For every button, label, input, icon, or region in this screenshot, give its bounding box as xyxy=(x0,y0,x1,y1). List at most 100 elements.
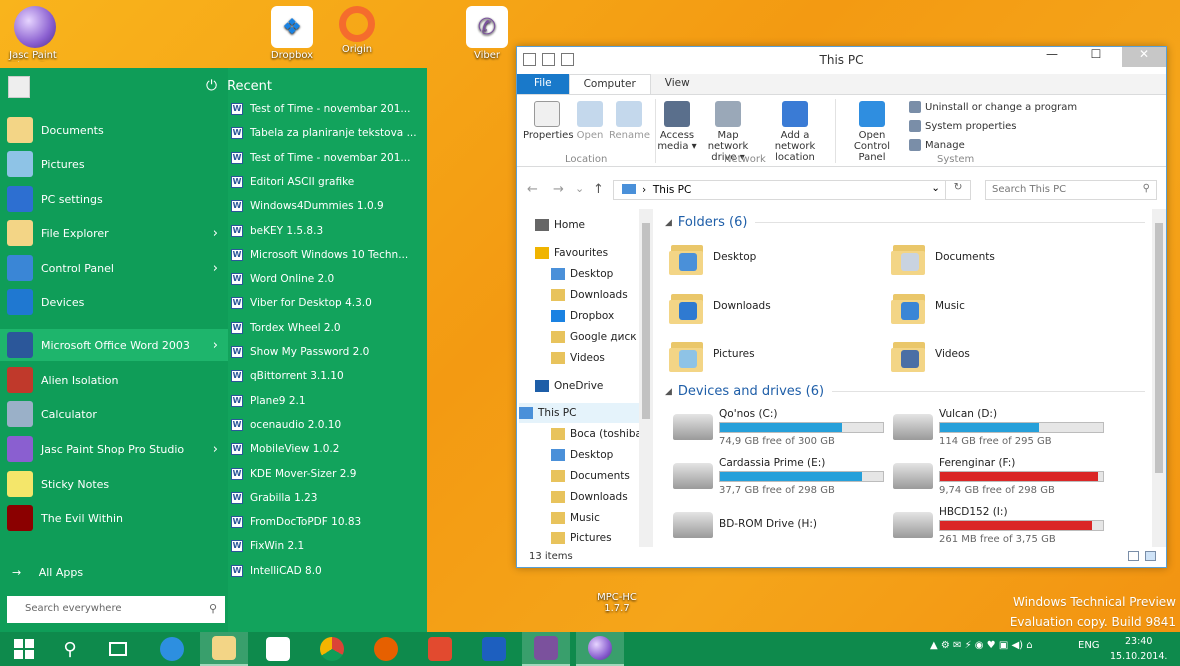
nav-item[interactable]: Downloads xyxy=(551,285,628,305)
recent-item[interactable]: W FixWin 2.1 xyxy=(231,534,426,558)
content-scrollbar[interactable] xyxy=(1152,209,1166,547)
tab-computer[interactable]: Computer xyxy=(568,74,651,94)
recent-item[interactable]: W Test of Time - novembar 201... xyxy=(231,97,426,121)
explorer-taskbar-button[interactable] xyxy=(200,632,248,666)
nav-item[interactable]: OneDrive xyxy=(535,376,603,396)
rename-button[interactable]: Rename xyxy=(609,101,650,141)
recent-item[interactable]: W Word Online 2.0 xyxy=(231,267,426,291)
desktop-icon-mpc[interactable]: MPC-HC 1.7.7 xyxy=(582,566,652,614)
drive-tile[interactable]: Vulcan (D:) 114 GB free of 295 GB xyxy=(893,408,1108,453)
jasc-taskbar-button[interactable] xyxy=(576,632,624,666)
firefox-taskbar-button[interactable] xyxy=(362,632,410,666)
nav-item[interactable]: Downloads xyxy=(551,487,628,507)
pinned-app-10[interactable]: Sticky Notes xyxy=(0,468,228,500)
recent-item[interactable]: W Plane9 2.1 xyxy=(231,389,426,413)
recent-item[interactable]: W Windows4Dummies 1.0.9 xyxy=(231,194,426,218)
nav-item[interactable]: Home xyxy=(535,215,585,235)
power-icon[interactable]: ⏻ xyxy=(206,78,217,94)
forward-button[interactable]: → xyxy=(553,182,564,197)
task-view-button[interactable] xyxy=(94,632,142,666)
language-indicator[interactable]: ENG xyxy=(1078,640,1100,651)
minimize-button[interactable]: — xyxy=(1038,47,1066,67)
nav-item[interactable]: Videos xyxy=(551,348,605,368)
desktop-icon-dropbox[interactable]: ❖ Dropbox xyxy=(257,6,327,61)
all-apps-button[interactable]: → All Apps xyxy=(12,566,83,579)
open-control-panel-button[interactable]: Open Control Panel xyxy=(839,101,905,163)
pinned-app-3[interactable]: File Explorer › xyxy=(0,217,228,249)
recent-item[interactable]: WqBittorrent 3.1.10 xyxy=(231,364,426,388)
store-taskbar-button[interactable] xyxy=(254,632,302,666)
nav-scrollbar[interactable] xyxy=(639,209,653,547)
refresh-button[interactable]: ↻ xyxy=(945,181,970,199)
tab-view[interactable]: View xyxy=(651,74,704,94)
maximize-button[interactable]: ☐ xyxy=(1082,47,1110,67)
pinned-app-6[interactable]: Microsoft Office Word 2003 › xyxy=(0,329,228,361)
recent-item[interactable]: W Editori ASCII grafike xyxy=(231,170,426,194)
recent-item[interactable]: W KDE Mover-Sizer 2.9 xyxy=(231,462,426,486)
recent-item[interactable]: W MobileView 1.0.2 xyxy=(231,437,426,461)
recent-item[interactable]: W Microsoft Windows 10 Techn... xyxy=(231,243,426,267)
open-button[interactable]: Open xyxy=(573,101,607,141)
recent-item[interactable]: W IntelliCAD 8.0 xyxy=(231,559,426,583)
recent-item[interactable]: W FromDocToPDF 10.83 xyxy=(231,510,426,534)
access-media-button[interactable]: Access media ▾ xyxy=(657,101,697,152)
recent-item[interactable]: Wocenaudio 2.0.10 xyxy=(231,413,426,437)
pinned-app-8[interactable]: Calculator xyxy=(0,398,228,430)
pinned-app-7[interactable]: Alien Isolation xyxy=(0,364,228,396)
content-scroll-thumb[interactable] xyxy=(1155,223,1163,473)
drive-tile[interactable]: HBCD152 (I:) 261 MB free of 3,75 GB xyxy=(893,506,1108,551)
pinned-app-1[interactable]: Pictures xyxy=(0,148,228,180)
drive-tile[interactable]: Qo'nos (C:) 74,9 GB free of 300 GB xyxy=(673,408,888,453)
start-search-box[interactable]: Search everywhere ⚲ xyxy=(7,596,225,623)
search-taskbar-button[interactable]: ⚲ xyxy=(46,632,94,666)
desktop-icon-jasc[interactable]: Jasc Paint Shop Pro xyxy=(0,6,70,62)
nav-item[interactable]: This PC xyxy=(519,403,639,423)
recent-item[interactable]: WbeKEY 1.5.8.3 xyxy=(231,219,426,243)
nav-scroll-thumb[interactable] xyxy=(642,223,650,419)
add-network-location-button[interactable]: Add a network location xyxy=(761,101,829,163)
pinned-app-0[interactable]: Documents xyxy=(0,114,228,146)
folder-tile[interactable]: Videos xyxy=(891,336,970,372)
user-avatar[interactable] xyxy=(8,76,30,98)
nav-item[interactable]: Documents xyxy=(551,466,630,486)
folders-section-header[interactable]: ◢ Folders (6) xyxy=(665,215,1145,230)
pinned-app-9[interactable]: Jasc Paint Shop Pro Studio › xyxy=(0,433,228,465)
tab-file[interactable]: File xyxy=(517,74,569,94)
search-this-pc-input[interactable]: Search This PC ⚲ xyxy=(985,180,1157,200)
nav-item[interactable]: Boca (toshiba- xyxy=(551,424,646,444)
nav-item[interactable]: Pictures xyxy=(551,528,612,548)
manage-button[interactable]: Manage xyxy=(909,139,965,151)
viber-taskbar-button[interactable] xyxy=(522,632,570,666)
drive-tile[interactable]: Cardassia Prime (E:) 37,7 GB free of 298 … xyxy=(673,457,888,502)
start-button[interactable] xyxy=(0,632,48,666)
recent-item[interactable]: W Grabilla 1.23 xyxy=(231,486,426,510)
chrome-taskbar-button[interactable] xyxy=(308,632,356,666)
properties-button[interactable]: Properties xyxy=(523,101,574,141)
address-dropdown-icon[interactable]: ⌄ xyxy=(931,182,940,194)
nav-item[interactable]: Desktop xyxy=(551,445,613,465)
folder-tile[interactable]: Desktop xyxy=(669,239,756,275)
system-properties-button[interactable]: System properties xyxy=(909,120,1017,132)
up-button[interactable]: ↑ xyxy=(593,182,604,197)
drives-section-header[interactable]: ◢ Devices and drives (6) xyxy=(665,384,1145,399)
pinned-app-5[interactable]: Devices xyxy=(0,286,228,318)
recent-item[interactable]: W Viber for Desktop 4.3.0 xyxy=(231,291,426,315)
recent-item[interactable]: W Tordex Wheel 2.0 xyxy=(231,316,426,340)
nav-item[interactable]: Desktop xyxy=(551,264,613,284)
title-bar[interactable]: This PC — ☐ ✕ xyxy=(517,47,1166,74)
recent-item[interactable]: W Tabela za planiranje tekstova ... xyxy=(231,121,426,145)
system-tray-icons[interactable]: ▲ ⚙ ✉ ⚡ ◉ ♥ ▣ ◀) ⌂ xyxy=(930,640,1033,651)
recent-item[interactable]: W Show My Password 2.0 xyxy=(231,340,426,364)
nav-item[interactable]: Google диск xyxy=(551,327,637,347)
pinned-app-4[interactable]: Control Panel › xyxy=(0,252,228,284)
pinned-app-2[interactable]: PC settings xyxy=(0,183,228,215)
back-button[interactable]: ← xyxy=(527,182,538,197)
clock[interactable]: 23:40 15.10.2014. xyxy=(1110,634,1167,664)
eye-app-taskbar-button[interactable] xyxy=(416,632,464,666)
desktop-icon-origin[interactable]: Origin xyxy=(322,6,392,55)
uninstall-program-button[interactable]: Uninstall or change a program xyxy=(909,101,1077,113)
large-icons-view-icon[interactable] xyxy=(1145,551,1156,561)
ie-taskbar-button[interactable] xyxy=(148,632,196,666)
recent-locations-button[interactable]: ⌄ xyxy=(575,182,584,195)
folder-tile[interactable]: Music xyxy=(891,288,965,324)
